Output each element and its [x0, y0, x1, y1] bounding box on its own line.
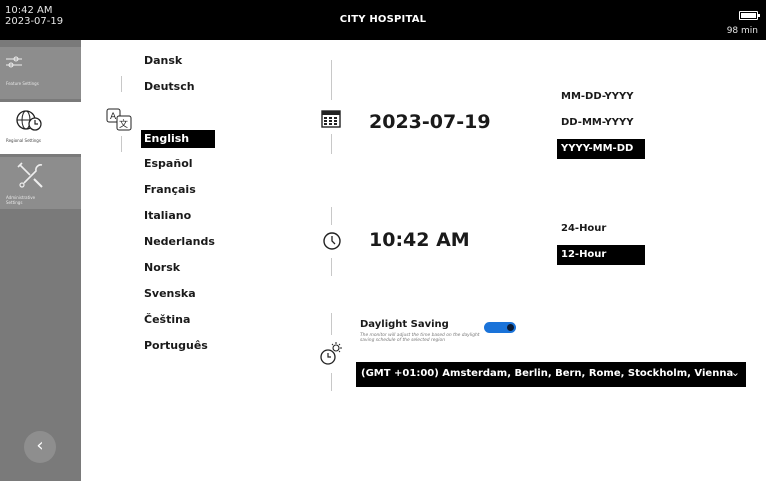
language-option[interactable]: Norsk — [144, 259, 180, 277]
language-option[interactable]: Svenska — [144, 285, 196, 303]
daylight-saving-label: Daylight Saving — [360, 319, 449, 330]
tools-icon — [17, 162, 43, 188]
time-format-option-selected[interactable]: 12-Hour — [557, 245, 645, 265]
daylight-saving-toggle[interactable] — [484, 322, 516, 333]
language-option[interactable]: Français — [144, 181, 196, 199]
divider — [331, 258, 332, 276]
date-format-option-selected[interactable]: YYYY-MM-DD — [557, 139, 645, 159]
divider — [331, 134, 332, 154]
globe-clock-icon — [16, 110, 42, 131]
clock-sun-icon — [320, 342, 342, 365]
language-option-selected[interactable]: English — [141, 130, 215, 148]
battery-icon — [739, 11, 760, 20]
divider — [331, 313, 332, 335]
divider — [331, 60, 332, 100]
svg-text:A: A — [110, 112, 117, 122]
date-format-option[interactable]: DD-MM-YYYY — [561, 113, 634, 133]
timezone-selected-value: (GMT +01:00) Amsterdam, Berlin, Bern, Ro… — [361, 368, 734, 379]
divider — [331, 207, 332, 225]
time-format-option[interactable]: 24-Hour — [561, 219, 606, 239]
language-option[interactable]: Italiano — [144, 207, 191, 225]
language-option[interactable]: Deutsch — [144, 78, 195, 96]
back-button[interactable]: ‹ — [24, 431, 56, 463]
current-time: 10:42 AM — [369, 229, 470, 251]
battery-status: 98 min — [718, 5, 760, 36]
language-option[interactable]: Čeština — [144, 311, 190, 329]
sidebar-item-feature-settings[interactable]: Feature Settings — [0, 47, 81, 99]
svg-text:文: 文 — [119, 118, 128, 130]
sidebar-item-label: Feature Settings — [6, 81, 39, 86]
language-option[interactable]: Português — [144, 337, 208, 355]
sidebar-item-administrative-settings[interactable]: Administrative Settings — [0, 157, 81, 209]
sidebar-item-regional-settings[interactable]: Regional Settings — [0, 102, 81, 154]
hospital-title: CITY HOSPITAL — [339, 14, 427, 25]
status-bar: 10:42 AM 2023-07-19 CITY HOSPITAL 98 min — [0, 0, 766, 40]
timezone-select[interactable]: (GMT +01:00) Amsterdam, Berlin, Bern, Ro… — [356, 362, 746, 387]
divider — [331, 373, 332, 391]
language-option[interactable]: Dansk — [144, 52, 182, 70]
date-format-option[interactable]: MM-DD-YYYY — [561, 87, 634, 107]
daylight-saving-description: The monitor will adjust the time based o… — [360, 333, 480, 344]
chevron-down-icon: ⌄ — [730, 366, 740, 379]
language-option[interactable]: Nederlands — [144, 233, 215, 251]
sidebar-item-label: Regional Settings — [6, 138, 41, 143]
clock-icon — [323, 232, 341, 250]
battery-remaining: 98 min — [726, 26, 758, 36]
current-date: 2023-07-19 — [369, 111, 491, 133]
divider — [121, 136, 122, 152]
settings-sidebar: Feature Settings Regional Settings Admin… — [0, 40, 81, 481]
calendar-icon — [321, 110, 341, 128]
sidebar-item-label: Administrative Settings — [6, 195, 36, 205]
chevron-left-icon: ‹ — [36, 435, 44, 456]
divider — [121, 76, 122, 92]
sliders-icon — [6, 56, 22, 68]
language-option[interactable]: Español — [144, 155, 193, 173]
translate-icon: A 文 — [106, 108, 132, 131]
